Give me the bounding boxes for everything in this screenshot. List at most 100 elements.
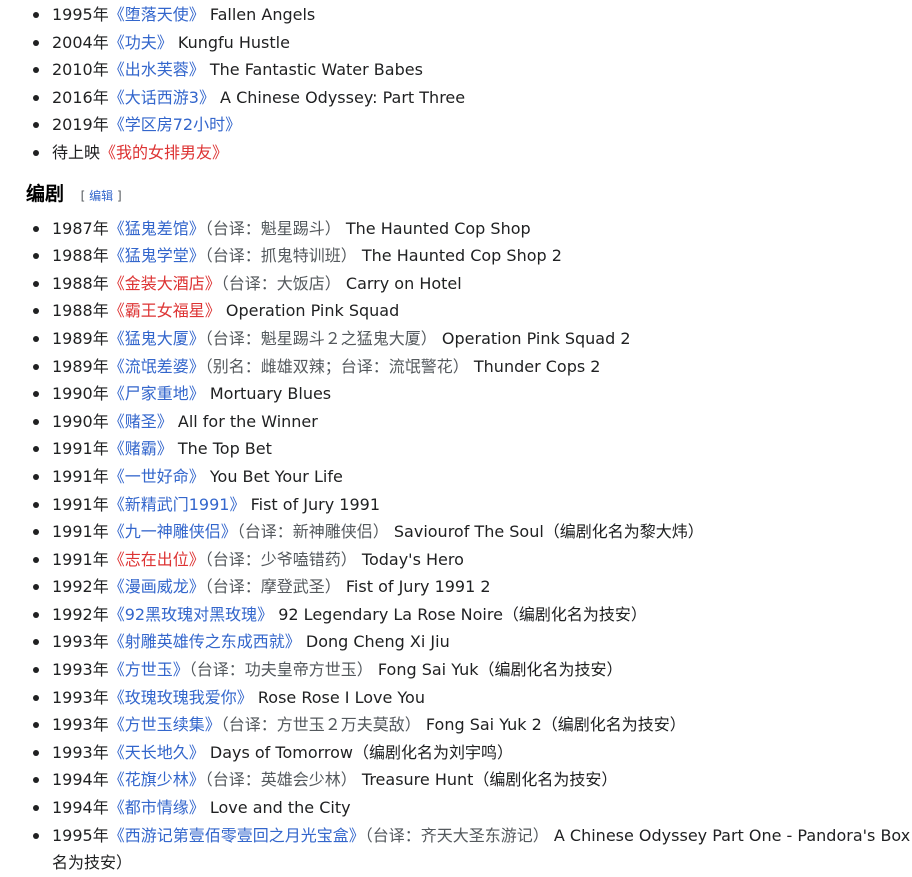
film-title-link[interactable]: 九一神雕侠侣: [125, 522, 221, 541]
taiwan-title-note: （台译：大饭店）: [220, 273, 341, 293]
film-title-link[interactable]: 流氓差婆: [125, 357, 189, 376]
title-bracket-open: 《: [108, 715, 125, 735]
film-title-link[interactable]: 大话西游3: [125, 88, 199, 107]
film-title-link[interactable]: 92黑玫瑰对黑玫瑰: [125, 605, 257, 624]
item-year: 待上映: [52, 142, 101, 162]
item-year: 1987年: [52, 218, 109, 238]
english-title: You Bet Your Life: [209, 466, 343, 486]
english-title: A Chinese Odyssey Part One - Pandora's B…: [553, 825, 911, 845]
item-year: 1991年: [52, 439, 109, 459]
film-title-link[interactable]: 天长地久: [125, 743, 189, 762]
page: 1995年《堕落天使》 Fallen Angels 2004年《功夫》 Kungf…: [0, 0, 912, 872]
item-year: 1995年: [52, 825, 109, 845]
english-title: Fong Sai Yuk（编剧化名为技安）: [377, 660, 623, 680]
edit-link[interactable]: 编辑: [89, 189, 113, 203]
title-bracket-close: 》: [156, 411, 173, 431]
list-item: 1991年《新精武门1991》 Fist of Jury 1991: [0, 491, 912, 519]
wrapped-continuation: 名为技安）: [52, 853, 133, 873]
title-bracket-close: 》: [225, 115, 242, 135]
film-title-link[interactable]: 霸王女福星: [125, 301, 205, 320]
taiwan-title-note: （台译：方世玉２万夫莫敌）: [220, 715, 421, 735]
film-title-link[interactable]: 漫画威龙: [125, 577, 189, 596]
title-bracket-open: 《: [108, 87, 125, 107]
taiwan-title-note: （台译：齐天大圣东游记）: [364, 825, 549, 845]
title-bracket-open: 《: [108, 356, 125, 376]
taiwan-title-note: （台译：魁星踢斗）: [204, 218, 341, 238]
film-title-link[interactable]: 射雕英雄传之东成西就: [125, 632, 285, 651]
item-year: 1995年: [52, 5, 109, 24]
english-title: Saviourof The Soul（编剧化名为黎大炜）: [393, 522, 704, 542]
film-title-link[interactable]: 方世玉: [125, 660, 173, 679]
list-item: 待上映《我的女排男友》: [0, 139, 912, 167]
english-title: Thunder Cops 2: [473, 356, 601, 376]
item-year: 1993年: [52, 687, 109, 707]
section-title: 编剧: [26, 182, 65, 205]
english-title: Fong Sai Yuk 2（编剧化名为技安）: [425, 715, 686, 735]
film-title-link[interactable]: 新精武门1991: [125, 495, 230, 514]
list-item: 1989年《流氓差婆》（别名：雌雄双辣；台译：流氓警花） Thunder Cop…: [0, 353, 912, 381]
film-title-link[interactable]: 出水芙蓉: [125, 60, 189, 79]
film-title-link[interactable]: 学区房72小时: [125, 115, 225, 134]
title-bracket-open: 《: [108, 246, 125, 266]
list-item: 1991年《志在出位》（台译：少爷嗑错药） Today's Hero: [0, 546, 912, 574]
director-list: 1995年《堕落天使》 Fallen Angels 2004年《功夫》 Kungf…: [0, 0, 912, 167]
section-heading-screenwriter: 编剧 [ 编辑 ]: [0, 173, 912, 215]
item-year: 1988年: [52, 273, 109, 293]
film-title-link[interactable]: 赌霸: [125, 439, 157, 458]
taiwan-title-note: （台译：抓鬼特训班）: [204, 246, 357, 266]
film-title-link[interactable]: 花旗少林: [125, 770, 189, 789]
title-bracket-close: 》: [188, 356, 205, 376]
film-title-link[interactable]: 西游记第壹佰零壹回之月光宝盒: [125, 826, 349, 845]
screenwriter-list: 1987年《猛鬼差馆》（台译：魁星踢斗） The Haunted Cop Sho…: [0, 215, 912, 877]
film-title-link[interactable]: 功夫: [125, 33, 157, 52]
film-title-link[interactable]: 我的女排男友: [116, 143, 212, 162]
film-title-link[interactable]: 方世玉续集: [125, 715, 205, 734]
title-bracket-open: 《: [108, 218, 125, 238]
title-bracket-close: 》: [204, 273, 221, 293]
title-bracket-open: 《: [108, 115, 125, 135]
title-bracket-open: 《: [108, 328, 125, 348]
film-title-link[interactable]: 猛鬼大厦: [125, 329, 189, 348]
title-bracket-open: 《: [108, 825, 125, 845]
title-bracket-close: 》: [188, 577, 205, 597]
film-title-link[interactable]: 金装大酒店: [125, 274, 205, 293]
taiwan-title-note: （台译：功夫皇帝方世玉）: [188, 660, 373, 680]
list-item: 1993年《方世玉》（台译：功夫皇帝方世玉） Fong Sai Yuk（编剧化名…: [0, 656, 912, 684]
english-title: Fist of Jury 1991: [250, 494, 380, 514]
list-item: 1993年《玫瑰玫瑰我爱你》 Rose Rose I Love You: [0, 684, 912, 712]
item-year: 1991年: [52, 522, 109, 542]
title-bracket-close: 》: [257, 604, 274, 624]
title-bracket-close: 》: [188, 5, 205, 24]
title-bracket-open: 《: [108, 60, 125, 80]
title-bracket-open: 《: [108, 522, 125, 542]
film-title-link[interactable]: 尸家重地: [125, 384, 189, 403]
film-title-link[interactable]: 赌圣: [125, 412, 157, 431]
film-title-link[interactable]: 玫瑰玫瑰我爱你: [125, 688, 237, 707]
film-title-link[interactable]: 堕落天使: [125, 5, 189, 24]
list-item: 1992年《漫画威龙》（台译：摩登武圣） Fist of Jury 1991 2: [0, 573, 912, 601]
list-item: 1991年《赌霸》 The Top Bet: [0, 435, 912, 463]
title-bracket-open: 《: [108, 577, 125, 597]
list-item: 1990年《赌圣》 All for the Winner: [0, 408, 912, 436]
title-bracket-close: 》: [188, 246, 205, 266]
film-title-link[interactable]: 猛鬼学堂: [125, 246, 189, 265]
film-title-link[interactable]: 志在出位: [125, 550, 189, 569]
list-item: 1991年《一世好命》 You Bet Your Life: [0, 463, 912, 491]
title-bracket-open: 《: [108, 384, 125, 404]
film-title-link[interactable]: 一世好命: [125, 467, 189, 486]
title-bracket-close: 》: [156, 439, 173, 459]
title-bracket-close: 》: [188, 384, 205, 404]
item-year: 1992年: [52, 604, 109, 624]
english-title: Rose Rose I Love You: [257, 687, 425, 707]
title-bracket-close: 》: [204, 301, 221, 321]
film-title-link[interactable]: 猛鬼差馆: [125, 219, 189, 238]
item-year: 1993年: [52, 632, 109, 652]
title-bracket-close: 》: [188, 549, 205, 569]
taiwan-title-note: （台译：魁星踢斗２之猛鬼大厦）: [204, 328, 437, 348]
title-bracket-open: 《: [108, 742, 125, 762]
english-title: Dong Cheng Xi Jiu: [305, 632, 450, 652]
title-bracket-open: 《: [108, 273, 125, 293]
item-year: 1994年: [52, 798, 109, 818]
title-bracket-open: 《: [108, 660, 125, 680]
film-title-link[interactable]: 都市情缘: [125, 798, 189, 817]
